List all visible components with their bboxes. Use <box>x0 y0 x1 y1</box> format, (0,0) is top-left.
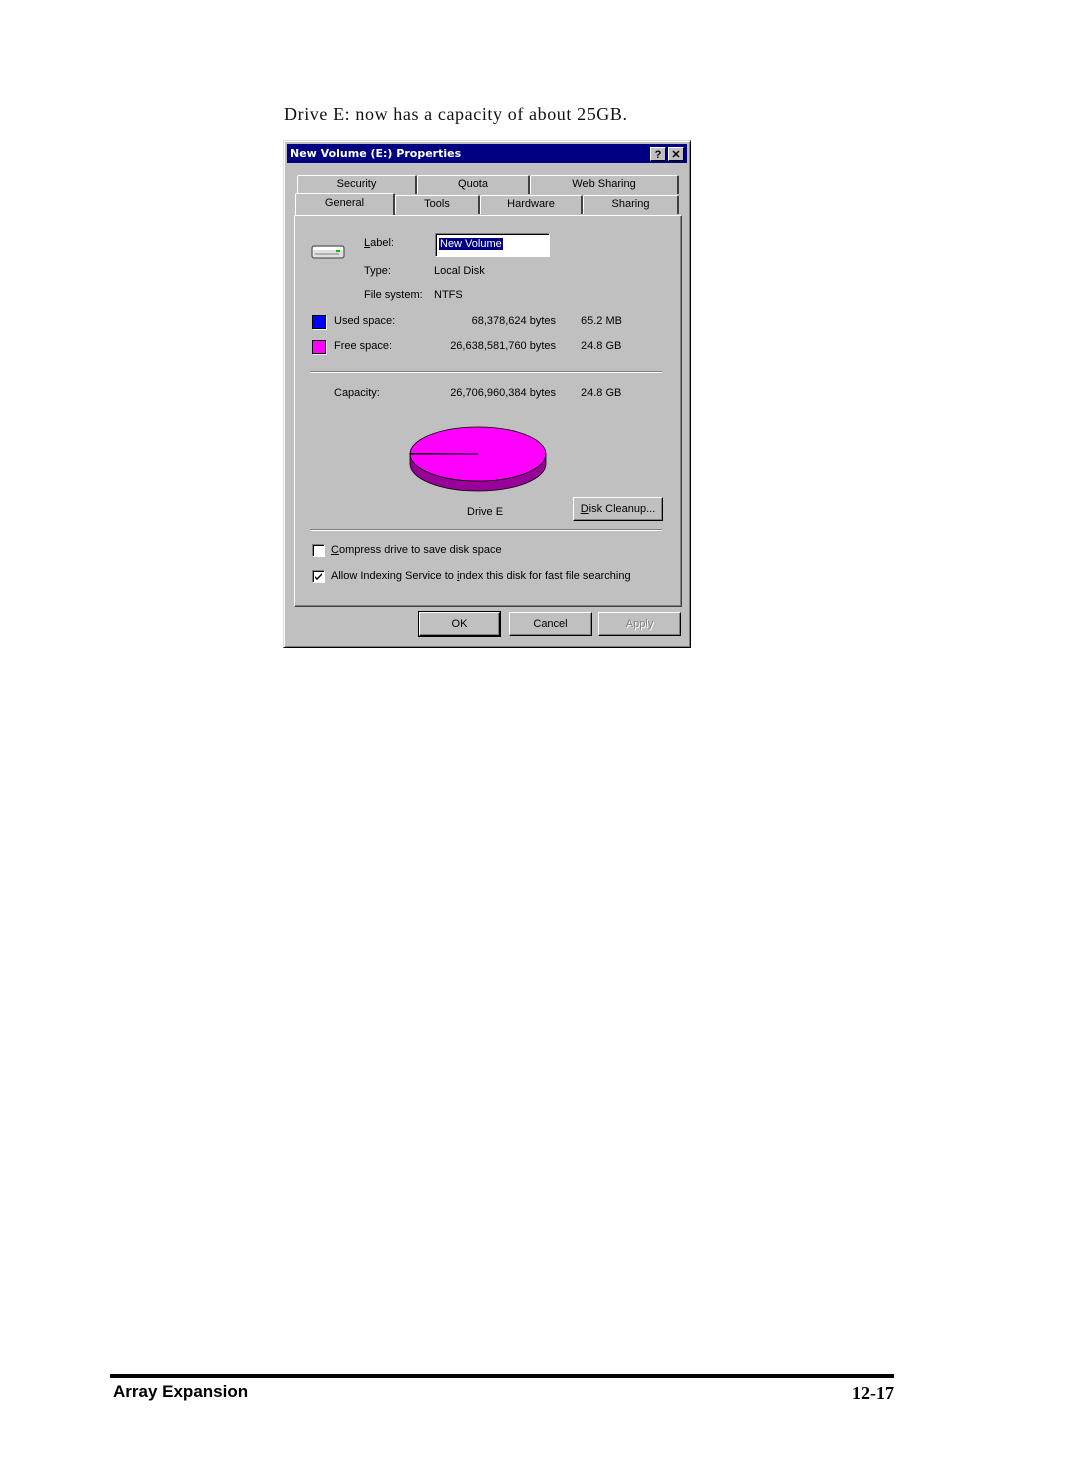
checkmark-icon <box>315 573 322 580</box>
capacity-bytes: 26,706,960,384 bytes <box>450 387 556 399</box>
ok-button[interactable]: OK <box>418 611 501 637</box>
index-label: Allow Indexing Service to index this dis… <box>331 570 631 582</box>
tab-web-sharing[interactable]: Web Sharing <box>530 175 679 194</box>
title-bar[interactable]: New Volume (E:) Properties ? ✕ <box>287 144 687 163</box>
used-space-swatch <box>312 315 326 329</box>
tab-hardware[interactable]: Hardware <box>480 195 583 214</box>
caption-text: Drive E: now has a capacity of about 25G… <box>284 104 628 124</box>
help-button[interactable]: ? <box>650 147 666 161</box>
pie-caption: Drive E <box>467 506 504 518</box>
fs-caption: File system: <box>364 289 423 301</box>
capacity-size: 24.8 GB <box>581 387 622 399</box>
used-space-label: Used space: <box>334 315 396 327</box>
fs-value: NTFS <box>434 289 463 301</box>
tab-general[interactable]: General <box>295 193 395 215</box>
free-space-size: 24.8 GB <box>581 340 622 352</box>
volume-label-value: New Volume <box>439 238 503 250</box>
footer-page-number: 12-17 <box>852 1383 894 1403</box>
footer-section-title: Array Expansion <box>113 1382 249 1401</box>
separator <box>310 529 662 531</box>
close-button[interactable]: ✕ <box>668 147 684 161</box>
disk-usage-pie-chart <box>409 426 547 492</box>
volume-label-input[interactable]: New Volume <box>435 233 550 257</box>
dialog-title: New Volume (E:) Properties <box>290 147 462 160</box>
capacity-label: Capacity: <box>334 387 380 399</box>
index-checkbox[interactable] <box>312 570 325 583</box>
free-space-swatch <box>312 340 326 354</box>
type-value: Local Disk <box>434 265 485 277</box>
properties-dialog: New Volume (E:) Properties ? ✕ Security … <box>283 140 691 648</box>
free-space-bytes: 26,638,581,760 bytes <box>450 340 556 352</box>
tab-tools[interactable]: Tools <box>395 195 480 214</box>
compress-label: Compress drive to save disk space <box>331 544 502 556</box>
tab-quota[interactable]: Quota <box>417 175 530 194</box>
used-space-bytes: 68,378,624 bytes <box>471 315 556 327</box>
tab-security[interactable]: Security <box>297 175 417 194</box>
separator <box>310 371 662 373</box>
compress-checkbox[interactable] <box>312 544 325 557</box>
type-caption: Type: <box>364 265 391 277</box>
footer-rule <box>110 1374 894 1378</box>
apply-button[interactable]: Apply <box>598 612 681 636</box>
hard-drive-icon <box>311 245 345 259</box>
tab-sharing[interactable]: Sharing <box>583 195 679 214</box>
cancel-button[interactable]: Cancel <box>509 612 592 636</box>
used-space-size: 65.2 MB <box>581 315 622 327</box>
free-space-label: Free space: <box>334 340 393 352</box>
label-caption: Label: <box>364 237 394 249</box>
disk-cleanup-button[interactable]: Disk Cleanup... <box>573 497 663 521</box>
